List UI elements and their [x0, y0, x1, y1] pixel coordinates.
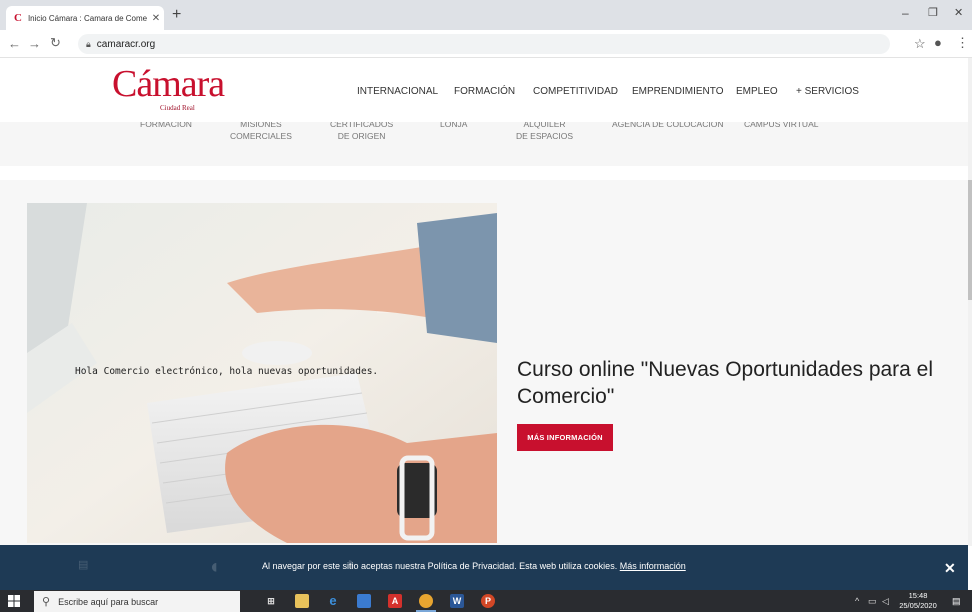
cookie-close-icon[interactable]: ✕ — [944, 560, 956, 577]
minimize-button[interactable]: – — [902, 6, 909, 20]
nav-mas-servicios[interactable]: + SERVICIOS — [796, 86, 859, 97]
taskbar-search-placeholder: Escribe aquí para buscar — [58, 596, 159, 607]
cookie-text: Al navegar por este sitio aceptas nuestr… — [262, 561, 618, 571]
tray-chevron-icon[interactable]: ^ — [855, 596, 859, 606]
tab-close-icon[interactable]: ✕ — [148, 13, 164, 24]
menu-kebab-icon[interactable]: ⋮ — [956, 35, 969, 51]
nav-competitividad[interactable]: COMPETITIVIDAD — [533, 86, 618, 97]
chrome-icon[interactable] — [419, 594, 433, 608]
hero-caption: Hola Comercio electrónico, hola nuevas o… — [75, 366, 379, 377]
url-text: camaracr.org — [96, 38, 156, 50]
submenu-alquiler[interactable]: ALQUILER DE ESPACIOS — [516, 118, 573, 142]
nav-internacional[interactable]: INTERNACIONAL — [357, 86, 438, 97]
reload-icon[interactable]: ↻ — [50, 35, 61, 51]
store-icon[interactable] — [357, 594, 371, 608]
url-field[interactable]: 🔒︎ camaracr.org — [78, 34, 890, 54]
logo-initial: C — [112, 63, 137, 105]
submenu-misiones[interactable]: MISIONES COMERCIALES — [230, 118, 292, 142]
hero-title: Curso online "Nuevas Oportunidades para … — [517, 358, 934, 408]
windows-start-icon[interactable] — [8, 595, 20, 607]
page-scrollbar[interactable] — [968, 58, 972, 546]
edge-browser-icon[interactable]: e — [326, 594, 340, 608]
logo-subtitle: Ciudad Real — [160, 104, 195, 112]
submenu-misiones-line2: COMERCIALES — [230, 131, 292, 141]
task-view-icon[interactable]: ⊞ — [264, 594, 278, 608]
partner-logo-faded: ▤ — [78, 559, 89, 571]
cookie-message: Al navegar por este sitio aceptas nuestr… — [262, 561, 686, 571]
restore-button[interactable]: ❐ — [928, 6, 938, 19]
back-arrow-icon[interactable]: ← — [8, 36, 21, 51]
submenu-misiones-line1: MISIONES — [240, 119, 282, 129]
volume-icon[interactable]: ◁ — [882, 596, 889, 607]
clock-time: 15:48 — [908, 591, 928, 600]
nav-emprendimiento[interactable]: EMPRENDIMIENTO — [632, 86, 724, 97]
clock-date: 25/05/2020 — [899, 601, 937, 610]
page-scrollbar-thumb[interactable] — [968, 180, 972, 300]
forward-arrow-icon[interactable]: → — [28, 36, 41, 51]
file-explorer-icon[interactable] — [295, 594, 309, 608]
lock-icon: 🔒︎ — [86, 38, 91, 49]
submenu-certificados[interactable]: CERTIFICADOS DE ORIGEN — [330, 118, 393, 142]
partner-logo-camara-faded: ◖ — [208, 556, 221, 578]
submenu-alquiler-line1: ALQUILER — [523, 119, 566, 129]
word-icon[interactable]: W — [450, 594, 464, 608]
network-icon[interactable]: ▭ — [868, 596, 877, 607]
camara-logo[interactable]: Cámara Ciudad Real — [112, 62, 252, 118]
search-icon: ⚲ — [42, 596, 51, 608]
logo-wordmark: ámara — [136, 63, 225, 105]
submenu-alquiler-line2: DE ESPACIOS — [516, 131, 573, 141]
browser-tab[interactable]: C Inicio Cámara : Camara de Come ✕ — [6, 6, 164, 30]
acrobat-icon[interactable]: A — [388, 594, 402, 608]
nav-empleo[interactable]: EMPLEO — [736, 86, 778, 97]
powerpoint-icon[interactable]: P — [481, 594, 495, 608]
taskbar-search-field[interactable]: ⚲ Escribe aquí para buscar — [34, 591, 240, 612]
bookmark-star-icon[interactable]: ☆ — [914, 36, 926, 52]
cookie-more-info-link[interactable]: Más información — [620, 561, 686, 571]
taskbar-clock[interactable]: 15:48 25/05/2020 — [896, 591, 940, 611]
close-window-button[interactable]: ✕ — [954, 6, 963, 19]
submenu-certificados-line2: DE ORIGEN — [337, 131, 386, 141]
notifications-icon[interactable]: ▤ — [952, 596, 961, 607]
nav-formacion[interactable]: FORMACIÓN — [454, 86, 515, 97]
submenu-certificados-line1: CERTIFICADOS — [330, 119, 394, 129]
tab-title: Inicio Cámara : Camara de Come — [27, 13, 148, 23]
site-favicon-icon: C — [14, 12, 22, 24]
new-tab-button[interactable]: + — [172, 6, 181, 24]
mas-informacion-button[interactable]: MÁS INFORMACIÓN — [517, 424, 613, 451]
profile-icon[interactable]: ● — [934, 35, 942, 50]
